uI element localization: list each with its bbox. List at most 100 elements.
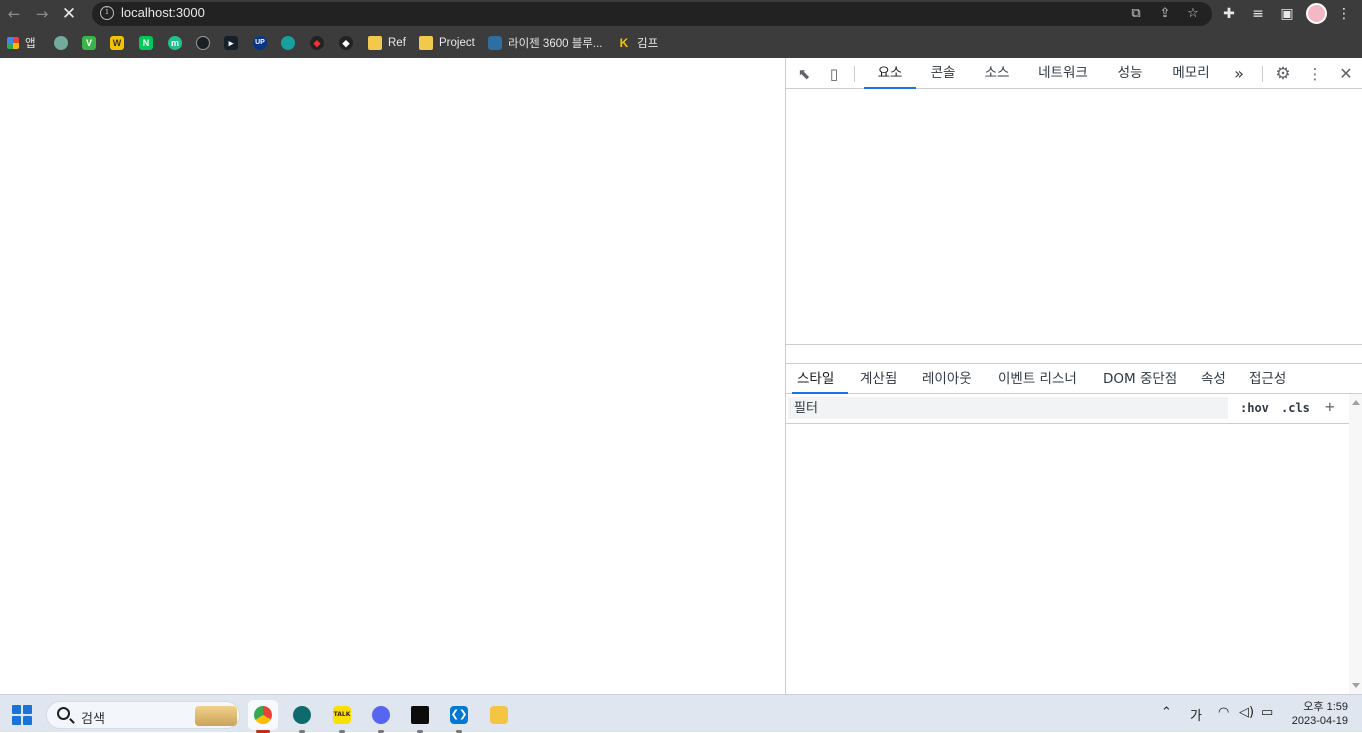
folder-icon — [368, 36, 382, 50]
tab-accessibility[interactable]: 접근성 — [1249, 364, 1286, 394]
taskbar-discord[interactable] — [366, 700, 396, 733]
taskbar-terminal[interactable] — [405, 700, 435, 733]
profile-avatar[interactable] — [1306, 3, 1327, 24]
taskbar-clock[interactable]: 오후 1:59 2023-04-19 — [1288, 700, 1348, 728]
inspect-element-icon[interactable]: ⬉ — [794, 64, 814, 84]
tab-styles[interactable]: 스타일 — [792, 364, 848, 394]
tab-layout[interactable]: 레이아웃 — [922, 364, 972, 394]
volume-icon[interactable]: ◁) — [1239, 705, 1254, 720]
address-bar[interactable]: i localhost:3000 ⧉ ⇪ ☆ — [92, 2, 1212, 26]
wifi-icon[interactable]: ◠ — [1218, 705, 1229, 720]
hover-state-toggle[interactable]: :hov — [1240, 401, 1269, 415]
bookmark-chatgpt[interactable] — [54, 35, 68, 51]
extensions-puzzle-icon[interactable]: ✚ — [1219, 4, 1239, 24]
bookmark-white-diamond[interactable]: ◆ — [339, 35, 353, 51]
folder-icon — [419, 36, 433, 50]
more-tabs-icon[interactable]: » — [1228, 58, 1250, 89]
taskbar-search[interactable]: 검색 — [46, 701, 240, 729]
page-viewport[interactable] — [0, 58, 785, 694]
github-icon — [196, 36, 210, 50]
bookmark-github[interactable] — [196, 35, 210, 51]
kakaotalk-icon: TALK — [333, 706, 351, 724]
bookmark-m[interactable]: m — [168, 35, 182, 51]
close-devtools-icon[interactable]: ✕ — [1336, 64, 1356, 84]
bookmarks-bar: 앱 V W N m ▸ UP ◆ ◆ Ref Project 라이젠 3600 … — [0, 28, 1362, 58]
tab-computed[interactable]: 계산됨 — [860, 364, 897, 394]
tab-network[interactable]: 네트워크 — [1032, 58, 1094, 89]
translate-icon[interactable]: ⧉ — [1128, 6, 1144, 22]
search-icon — [57, 707, 70, 720]
elements-dom-tree[interactable] — [786, 89, 1362, 345]
discord-icon — [372, 706, 390, 724]
tab-sources[interactable]: 소스 — [978, 58, 1016, 89]
bookmark-star-icon[interactable]: ☆ — [1185, 6, 1201, 22]
class-toggle[interactable]: .cls — [1281, 401, 1310, 415]
upbit-icon: UP — [253, 36, 267, 50]
scroll-down-icon[interactable] — [1352, 683, 1360, 688]
site-info-icon[interactable]: i — [100, 6, 114, 20]
bookmark-rize[interactable]: 라이젠 3600 블루... — [488, 35, 602, 51]
bookmark-rize-label: 라이젠 3600 블루... — [508, 38, 603, 50]
tab-dom-breakpoints[interactable]: DOM 중단점 — [1103, 364, 1177, 394]
bookmark-kimp[interactable]: K 김프 — [617, 35, 659, 51]
ime-indicator[interactable]: 가 — [1190, 705, 1202, 724]
bookmark-project[interactable]: Project — [419, 35, 475, 51]
bookmark-app-dark[interactable]: ▸ — [224, 35, 238, 51]
new-style-rule-icon[interactable]: + — [1325, 397, 1335, 416]
taskbar-file-explorer[interactable] — [484, 700, 514, 730]
yellow-app-icon: W — [110, 36, 124, 50]
tab-performance[interactable]: 성능 — [1112, 58, 1148, 89]
v-app-icon: V — [82, 36, 96, 50]
bookmark-red-diamond[interactable]: ◆ — [310, 35, 324, 51]
chrome-icon — [254, 706, 272, 724]
toolbar-divider — [1262, 66, 1263, 82]
tab-event-listeners[interactable]: 이벤트 리스너 — [998, 364, 1077, 394]
folder-icon — [490, 706, 508, 724]
edge-icon — [281, 36, 295, 50]
settings-gear-icon[interactable]: ⚙ — [1273, 64, 1293, 84]
chatgpt-icon — [54, 36, 68, 50]
styles-pane[interactable] — [786, 425, 1349, 694]
url-text[interactable]: localhost:3000 — [121, 5, 205, 20]
windows-start-icon[interactable] — [12, 705, 32, 725]
share-icon[interactable]: ⇪ — [1157, 6, 1173, 22]
tab-memory[interactable]: 메모리 — [1166, 58, 1216, 89]
tab-console[interactable]: 콘솔 — [924, 58, 962, 89]
search-highlight-image — [195, 706, 237, 726]
scroll-up-icon[interactable] — [1352, 400, 1360, 405]
styles-scrollbar[interactable] — [1349, 394, 1362, 694]
bookmark-ref[interactable]: Ref — [368, 35, 406, 51]
k-logo-icon: K — [619, 36, 629, 50]
bookmark-upbit[interactable]: UP — [253, 35, 267, 51]
back-arrow-icon[interactable]: ← — [4, 4, 24, 24]
taskbar-search-label: 검색 — [81, 712, 105, 727]
taskbar-vscode[interactable]: ❮❯ — [444, 700, 474, 733]
taskbar-app-teal[interactable] — [287, 700, 317, 733]
bookmark-ref-label: Ref — [388, 37, 406, 49]
bookmark-v[interactable]: V — [82, 35, 96, 51]
stop-loading-icon[interactable]: ✕ — [59, 4, 79, 24]
devtools-panel: ⬉ ▯ 요소 콘솔 소스 네트워크 성능 메모리 » ⚙ ⋮ ✕ 스타일 계산됨… — [785, 58, 1362, 694]
bookmark-project-label: Project — [439, 37, 475, 49]
bookmark-naver[interactable]: N — [139, 35, 153, 51]
styles-filter-input[interactable] — [788, 397, 1228, 419]
chevron-up-icon[interactable]: ⌃ — [1161, 705, 1172, 720]
naver-icon: N — [139, 36, 153, 50]
taskbar-chrome[interactable] — [248, 700, 278, 733]
bookmark-apps[interactable]: 앱 — [7, 35, 36, 51]
reading-list-icon[interactable]: ≡ — [1248, 4, 1268, 24]
forward-arrow-icon[interactable]: → — [32, 4, 52, 24]
tab-properties[interactable]: 속성 — [1201, 364, 1226, 394]
tab-elements[interactable]: 요소 — [864, 58, 916, 89]
side-panel-icon[interactable]: ▣ — [1277, 4, 1297, 24]
battery-icon[interactable]: ▭ — [1261, 705, 1273, 720]
chrome-menu-icon[interactable]: ⋮ — [1334, 4, 1354, 24]
teal-app-icon — [293, 706, 311, 724]
clock-time: 오후 1:59 — [1303, 701, 1348, 713]
device-toggle-icon[interactable]: ▯ — [824, 64, 844, 84]
bookmark-edge[interactable] — [281, 35, 295, 51]
kebab-menu-icon[interactable]: ⋮ — [1305, 64, 1325, 84]
bookmark-yellow[interactable]: W — [110, 35, 124, 51]
taskbar-kakaotalk[interactable]: TALK — [327, 700, 357, 733]
white-diamond-icon: ◆ — [339, 36, 353, 50]
